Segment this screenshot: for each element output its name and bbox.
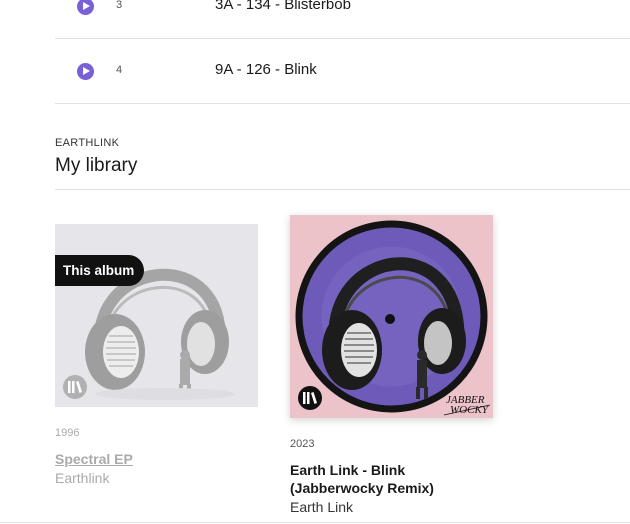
this-album-badge: This album — [55, 255, 145, 286]
album-year: 1996 — [55, 427, 80, 439]
track-number: 3 — [116, 0, 123, 11]
library-kicker: EARTHLINK — [55, 137, 120, 149]
album-artist-link[interactable]: Earth Link — [290, 499, 493, 515]
svg-text:WOCKY: WOCKY — [450, 404, 490, 416]
headphones-artwork: JABBER WOCKY — [290, 215, 493, 418]
album-cover[interactable] — [55, 224, 258, 407]
track-title[interactable]: 3A - 134 - Blisterbob — [215, 0, 351, 13]
track-row[interactable]: 4 9A - 126 - Blink — [55, 39, 630, 104]
album-cover[interactable]: JABBER WOCKY — [290, 215, 493, 418]
library-icon — [63, 375, 87, 399]
album-year: 2023 — [290, 438, 315, 450]
album-card[interactable]: JABBER WOCKY 2023 Earth Link - Blink (Ja… — [290, 215, 493, 515]
play-icon[interactable] — [77, 0, 94, 15]
jabberwocky-signature: JABBER WOCKY — [443, 394, 491, 416]
divider — [55, 189, 630, 190]
album-title-link[interactable]: Spectral EP — [55, 450, 258, 468]
play-icon[interactable] — [77, 63, 94, 80]
page: 3 3A - 134 - Blisterbob 4 9A - 126 - Bli… — [0, 0, 630, 524]
library-icon — [298, 386, 322, 410]
track-number: 4 — [116, 64, 123, 76]
album-artist-link[interactable]: Earthlink — [55, 470, 258, 486]
album-title-link[interactable]: Earth Link - Blink (Jabberwocky Remix) — [290, 461, 493, 497]
track-title[interactable]: 9A - 126 - Blink — [215, 61, 317, 78]
track-row[interactable]: 3 3A - 134 - Blisterbob — [55, 0, 630, 39]
headphones-artwork — [55, 224, 258, 407]
library-title: My library — [55, 155, 138, 176]
divider — [0, 522, 630, 523]
